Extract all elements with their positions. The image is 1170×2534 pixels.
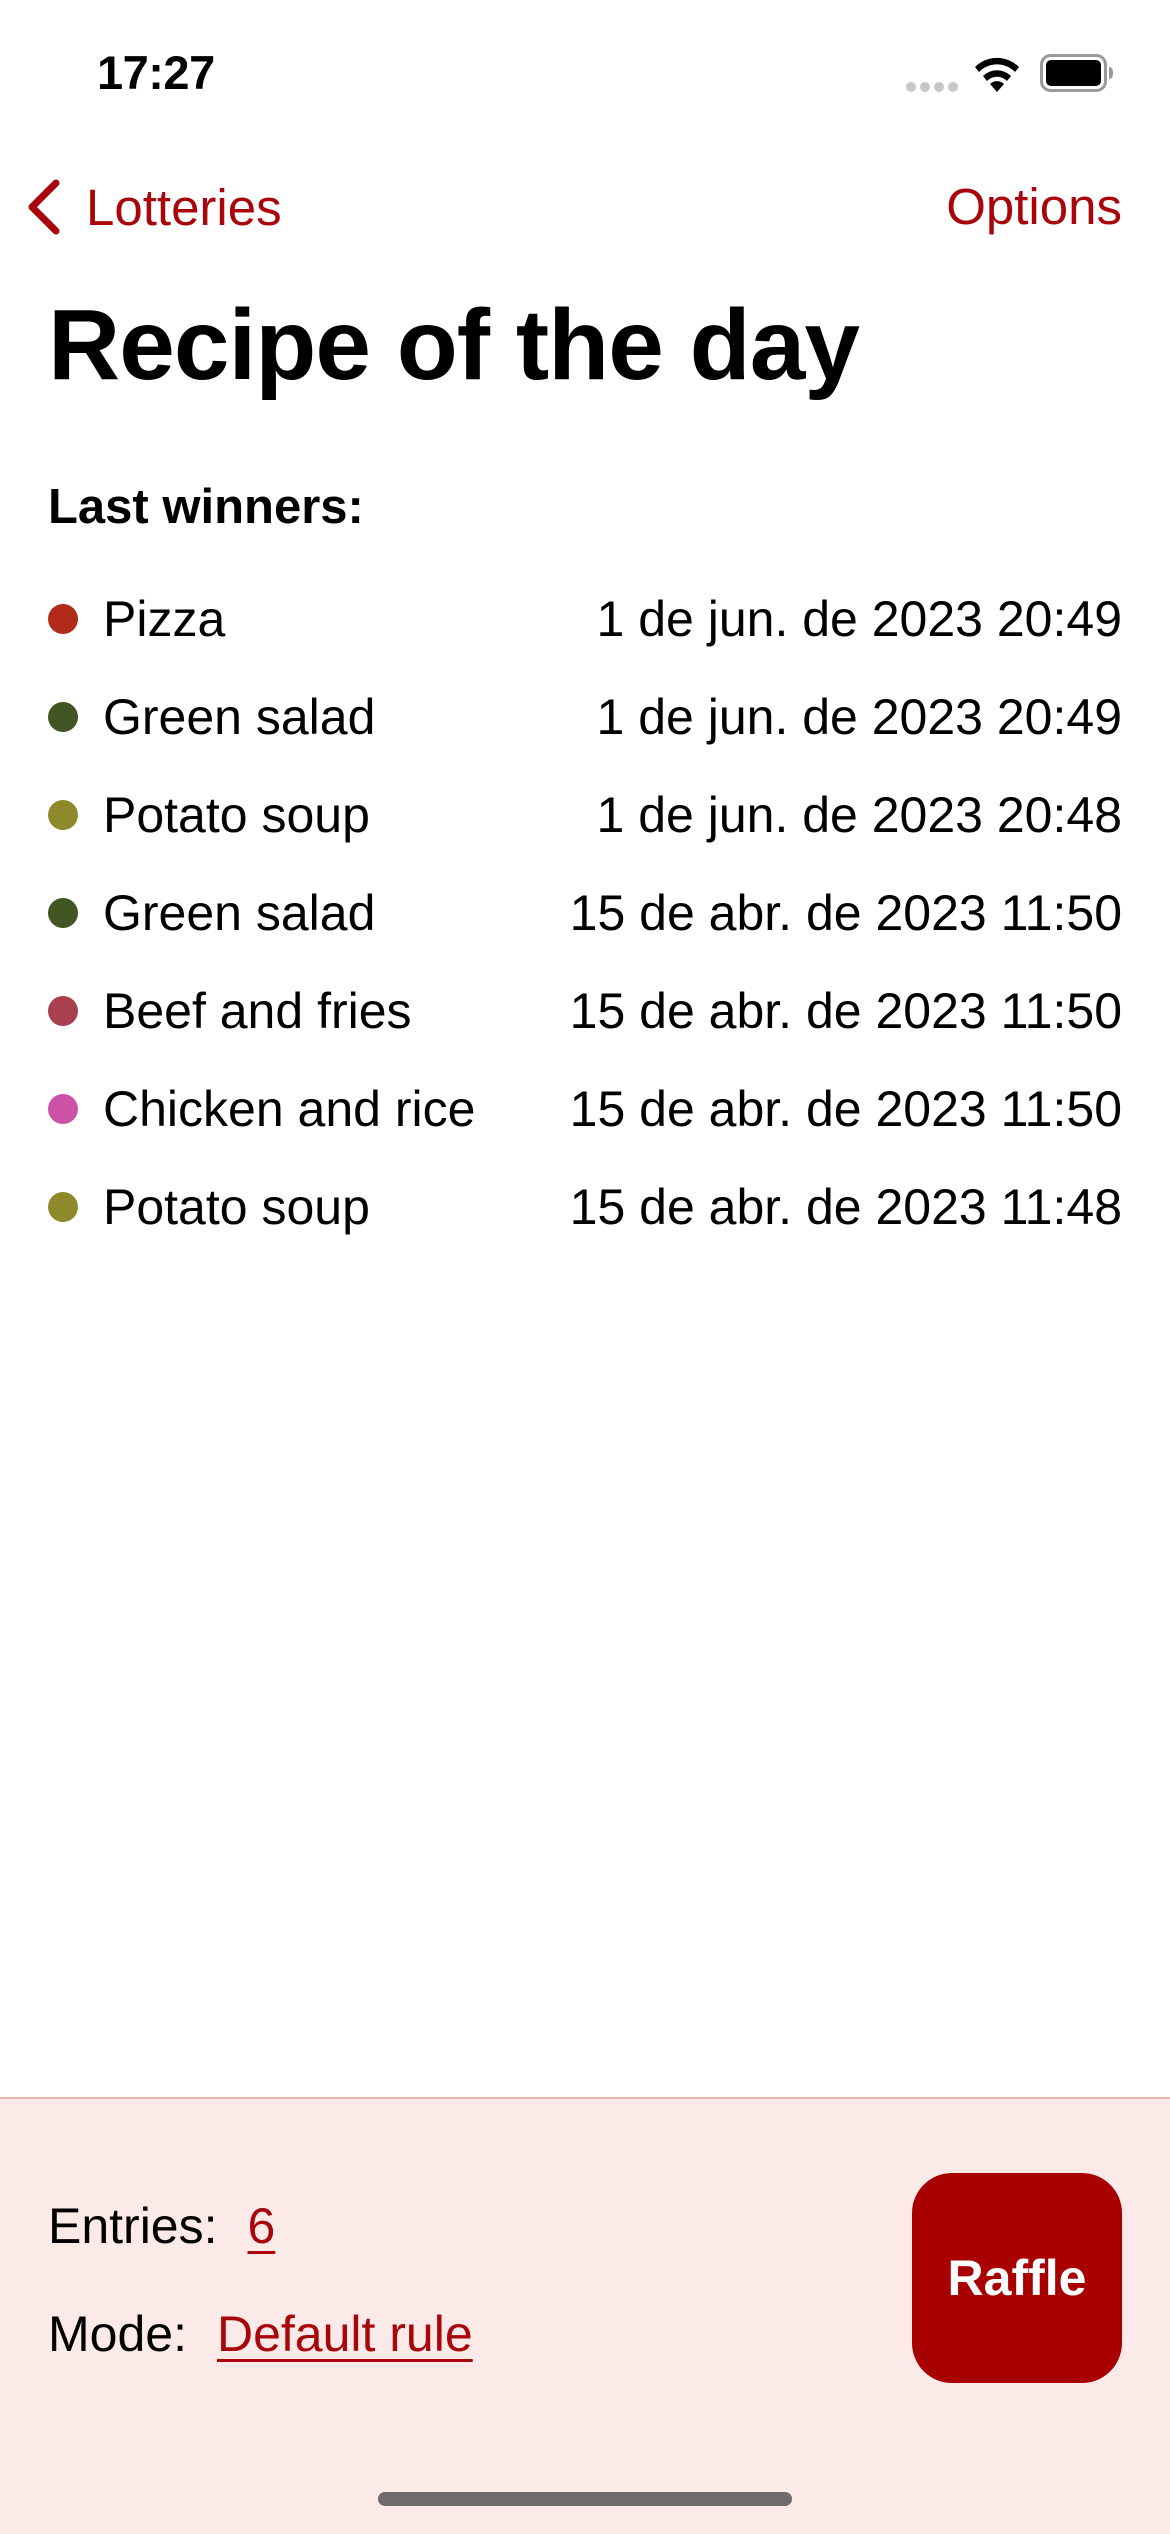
winner-row: Potato soup 1 de jun. de 2023 20:48 (48, 766, 1122, 864)
back-button-label: Lotteries (86, 178, 282, 236)
mode-label: Mode: (48, 2306, 187, 2362)
winner-color-dot (48, 1192, 78, 1222)
winner-color-dot (48, 898, 78, 928)
winner-color-dot (48, 604, 78, 634)
entries-count-link[interactable]: 6 (248, 2198, 276, 2254)
winner-date: 15 de abr. de 2023 11:48 (569, 1179, 1122, 1235)
winner-name: Potato soup (103, 1179, 370, 1235)
entries-row: Entries: 6 (48, 2191, 275, 2261)
winner-row: Pizza 1 de jun. de 2023 20:49 (48, 570, 1122, 668)
winner-row: Chicken and rice 15 de abr. de 2023 11:5… (48, 1060, 1122, 1158)
status-time: 17:27 (97, 46, 215, 99)
options-button[interactable]: Options (946, 172, 1122, 242)
winners-heading: Last winners: (48, 480, 364, 534)
winner-name: Chicken and rice (103, 1081, 476, 1137)
winner-color-dot (48, 702, 78, 732)
mode-row: Mode: Default rule (48, 2299, 473, 2369)
winner-date: 15 de abr. de 2023 11:50 (569, 885, 1122, 941)
winner-name: Pizza (103, 591, 226, 647)
winner-color-dot (48, 1094, 78, 1124)
mode-link[interactable]: Default rule (217, 2306, 473, 2362)
status-bar: 17:27 (0, 0, 1170, 150)
winner-row: Beef and fries 15 de abr. de 2023 11:50 (48, 962, 1122, 1060)
winner-color-dot (48, 996, 78, 1026)
winner-name: Potato soup (103, 787, 370, 843)
winner-date: 1 de jun. de 2023 20:49 (596, 689, 1122, 745)
back-button[interactable]: Lotteries (24, 172, 282, 242)
winner-date: 1 de jun. de 2023 20:48 (596, 787, 1122, 843)
winner-row: Green salad 1 de jun. de 2023 20:49 (48, 668, 1122, 766)
chevron-left-icon (28, 179, 60, 235)
cellular-signal-icon (906, 82, 958, 92)
page-title: Recipe of the day (48, 289, 860, 401)
raffle-button[interactable]: Raffle (912, 2173, 1122, 2383)
battery-icon (1040, 54, 1113, 92)
bottom-panel: Entries: 6 Mode: Default rule Raffle (0, 2097, 1170, 2534)
winners-list: Pizza 1 de jun. de 2023 20:49 Green sala… (48, 570, 1122, 1256)
winner-name: Green salad (103, 885, 376, 941)
winner-name: Green salad (103, 689, 376, 745)
entries-label: Entries: (48, 2198, 218, 2254)
home-indicator (378, 2492, 792, 2506)
winner-row: Green salad 15 de abr. de 2023 11:50 (48, 864, 1122, 962)
winner-date: 1 de jun. de 2023 20:49 (596, 591, 1122, 647)
winner-name: Beef and fries (103, 983, 412, 1039)
winner-row: Potato soup 15 de abr. de 2023 11:48 (48, 1158, 1122, 1256)
wifi-icon (975, 57, 1019, 92)
winner-date: 15 de abr. de 2023 11:50 (569, 983, 1122, 1039)
winner-color-dot (48, 800, 78, 830)
winner-date: 15 de abr. de 2023 11:50 (569, 1081, 1122, 1137)
